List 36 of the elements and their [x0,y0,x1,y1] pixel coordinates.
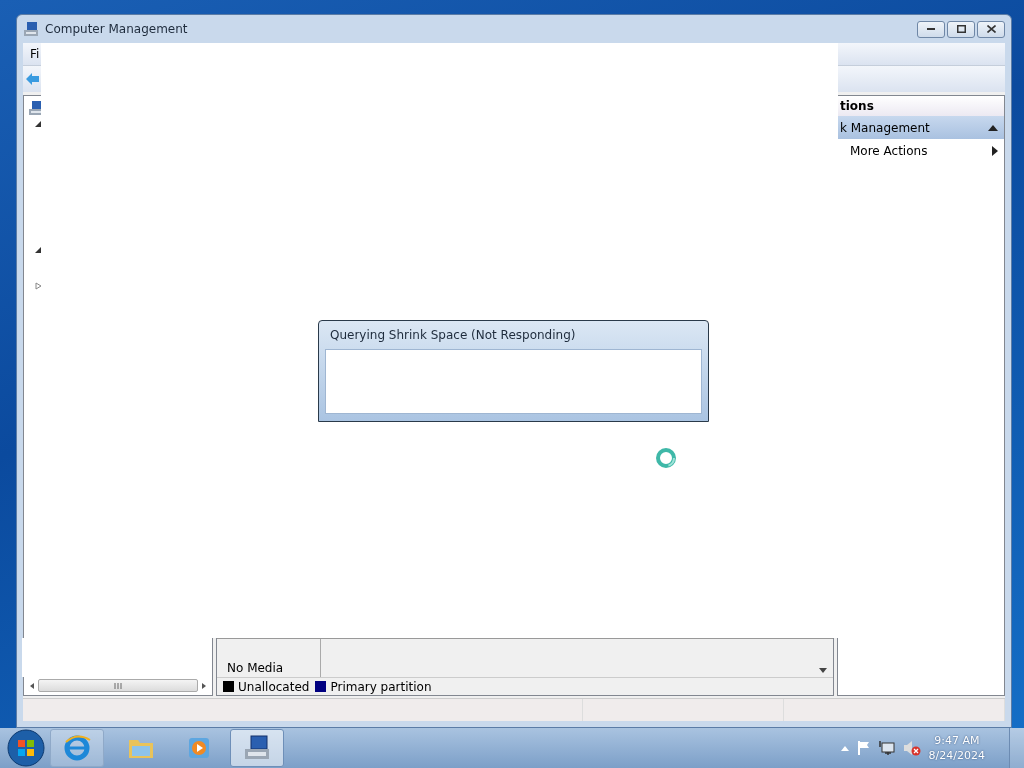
actions-header: tions [838,96,1004,116]
legend-label: Unallocated [238,679,310,694]
network-icon[interactable] [878,740,895,756]
action-item[interactable]: More Actions [838,139,1004,162]
legend-label: Primary partition [330,679,432,694]
maximize-button[interactable] [947,20,975,38]
close-icon [986,25,996,33]
action-group-label: k Management [840,120,930,135]
speaker-muted-icon[interactable] [902,740,921,756]
close-button[interactable] [977,20,1005,38]
globe-icon [63,734,91,762]
scroll-down-arrow-icon[interactable] [819,668,827,673]
submenu-arrow-icon [992,145,998,156]
busy-spinner-icon [655,447,677,469]
taskbar-button[interactable] [230,729,284,767]
computer-icon [243,734,271,762]
window-title: Computer Management [45,22,188,36]
minimize-icon [927,28,935,30]
start-orb-icon[interactable] [7,729,45,767]
left-arrow-icon [28,681,36,690]
maximize-icon [956,25,966,33]
action-group-header[interactable]: k Management [838,116,1004,139]
action-label: More Actions [850,143,928,158]
horizontal-scrollbar[interactable] [28,678,208,693]
collapse-triangle-icon[interactable] [988,124,998,131]
right-arrow-icon [200,681,208,690]
disk-status-text: No Media [227,661,284,675]
expanded-triangle-icon[interactable] [34,120,42,128]
back-arrow-icon[interactable] [26,72,39,86]
grip-icon [114,682,122,689]
expanded-triangle-icon[interactable] [34,246,42,254]
collapsed-triangle-icon[interactable] [34,282,42,290]
menu-item[interactable]: Fi [28,47,42,61]
computer-icon [23,21,39,37]
minimize-button[interactable] [917,20,945,38]
dialog-title: Querying Shrink Space (Not Responding) [329,327,577,344]
